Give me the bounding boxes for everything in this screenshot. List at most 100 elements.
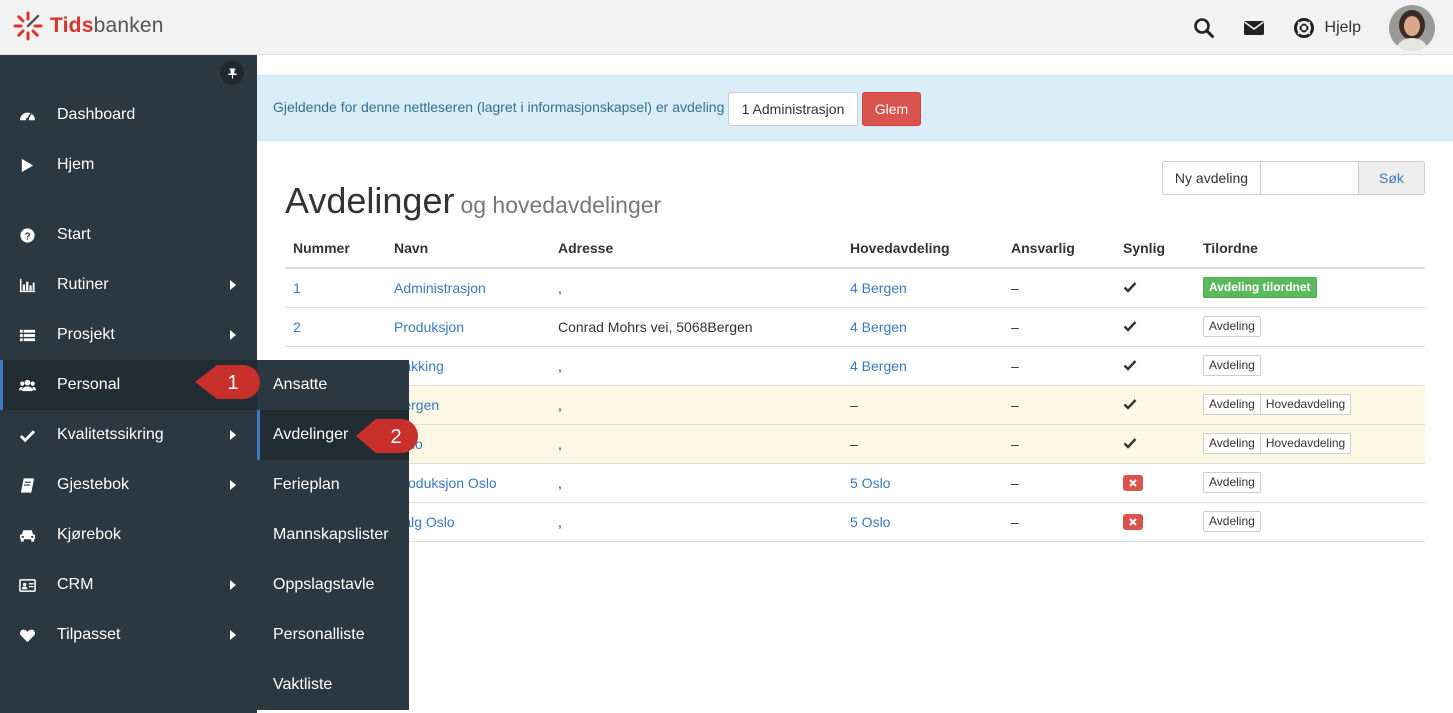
parent-department-link[interactable]: 4 Bergen [850,319,907,335]
sidebar-item-dashboard[interactable]: Dashboard [0,90,257,140]
sidebar-item-kjorebok[interactable]: Kjørebok [0,510,257,560]
chevron-right-icon [230,580,236,590]
callout-step-2: 2 [356,417,420,455]
table-row: 4 Bergen , – – AvdelingHovedavdeling [285,385,1425,425]
table-row: 1 Administrasjon , 4 Bergen – Avdeling t… [285,268,1425,308]
sidebar-item-tilpasset[interactable]: Tilpasset [0,610,257,660]
current-department-button[interactable]: 1 Administrasjon [728,92,858,126]
sidebar-item-hjem[interactable]: Hjem [0,140,257,190]
help-link[interactable]: Hjelp [1325,19,1361,37]
responsible-value: – [1003,307,1115,347]
assigned-label[interactable]: Avdeling tilordnet [1203,277,1317,299]
responsible-value: – [1003,424,1115,464]
column-header-hovedavdeling[interactable]: Hovedavdeling [842,228,1003,269]
callout-step-1: 1 [195,362,263,402]
responsible-value: – [1003,385,1115,425]
responsible-value: – [1003,502,1115,542]
question-circle-icon: ? [18,226,36,244]
logo-icon [13,11,43,41]
lifebuoy-icon[interactable] [1291,15,1317,41]
sidebar-item-gjestebok[interactable]: Gjestebok [0,460,257,510]
departments-table: Nummer Navn Adresse Hovedavdeling Ansvar… [285,228,1425,542]
parent-department-link[interactable]: 4 Bergen [850,358,907,374]
assign-department-button[interactable]: Avdeling [1203,316,1261,337]
submenu-item-mannskapslister[interactable]: Mannskapslister [257,510,409,560]
table-header-row: Nummer Navn Adresse Hovedavdeling Ansvar… [285,228,1425,269]
sidebar-item-start[interactable]: ? Start [0,210,257,260]
search-icon[interactable] [1191,15,1217,41]
column-header-nummer[interactable]: Nummer [285,228,386,269]
assign-main-department-button[interactable]: Hovedavdeling [1259,394,1352,415]
dashboard-icon [18,106,36,124]
submenu-item-ansatte[interactable]: Ansatte [257,360,409,410]
alert-text: Gjeldende for denne nettleseren (lagret … [273,99,725,115]
department-number-link[interactable]: 2 [293,319,301,335]
check-icon [18,426,36,444]
assign-department-button[interactable]: Avdeling [1203,355,1261,376]
responsible-value: – [1003,346,1115,386]
assign-department-button[interactable]: Avdeling [1203,511,1261,532]
app-logo[interactable]: Tidsbanken [12,9,164,43]
table-row: 5 Oslo , – – AvdelingHovedavdeling [285,424,1425,464]
table-row: 3 Pakking , 4 Bergen – Avdeling [285,346,1425,386]
callout-2-number: 2 [390,426,401,448]
column-header-synlig[interactable]: Synlig [1115,228,1195,269]
sidebar-item-rutiner[interactable]: Rutiner [0,260,257,310]
callout-1-number: 1 [227,372,238,394]
logo-text: Tidsbanken [50,14,164,37]
submenu-item-ferieplan[interactable]: Ferieplan [257,460,409,510]
page-title: Avdelinger og hovedavdelinger [285,180,662,221]
assign-department-button[interactable]: Avdeling [1203,394,1261,415]
parent-department-link[interactable]: 5 Oslo [850,514,890,530]
sidebar-item-kvalitetssikring[interactable]: Kvalitetssikring [0,410,257,460]
check-icon [1123,359,1137,371]
department-address: , [550,385,842,425]
user-avatar[interactable] [1389,4,1435,51]
assign-department-button[interactable]: Avdeling [1203,433,1261,454]
department-address: , [550,346,842,386]
parent-department-value: – [842,385,1003,425]
parent-department-link[interactable]: 4 Bergen [850,280,907,296]
check-icon [1123,437,1137,449]
bar-chart-icon [18,276,36,294]
new-department-button[interactable]: Ny avdeling [1162,161,1261,195]
search-button[interactable]: Søk [1358,161,1425,195]
department-address: , [550,424,842,464]
parent-department-link[interactable]: 5 Oslo [850,475,890,491]
car-icon [18,526,36,544]
assign-main-department-button[interactable]: Hovedavdeling [1259,433,1352,454]
check-icon [1123,320,1137,332]
assign-department-button[interactable]: Avdeling [1203,472,1261,493]
column-header-ansvarlig[interactable]: Ansvarlig [1003,228,1115,269]
column-header-navn[interactable]: Navn [386,228,550,269]
department-alert: Gjeldende for denne nettleseren (lagret … [257,75,1453,141]
book-icon [18,476,36,494]
chevron-right-icon [230,280,236,290]
department-name-link[interactable]: Produksjon Oslo [394,475,497,491]
top-bar: Tidsbanken Hjelp [0,0,1453,55]
sidebar-item-crm[interactable]: CRM [0,560,257,610]
department-number-link[interactable]: 1 [293,280,301,296]
responsible-value: – [1003,463,1115,503]
department-address: , [550,463,842,503]
chevron-right-icon [230,480,236,490]
column-header-adresse[interactable]: Adresse [550,228,842,269]
search-input[interactable] [1260,161,1359,195]
department-name-link[interactable]: Administrasjon [394,280,486,296]
page-subtitle: og hovedavdelinger [460,192,662,218]
sidebar-item-prosjekt[interactable]: Prosjekt [0,310,257,360]
pin-icon[interactable] [220,61,244,85]
submenu-item-personalliste[interactable]: Personalliste [257,610,409,660]
id-card-icon [18,576,36,594]
mail-icon[interactable] [1241,15,1267,41]
forget-button[interactable]: Glem [862,92,921,126]
submenu-item-vaktliste[interactable]: Vaktliste [257,660,409,710]
play-icon [18,156,36,174]
department-name-link[interactable]: Produksjon [394,319,464,335]
main-content: Gjeldende for denne nettleseren (lagret … [257,55,1453,713]
table-row: 7 Salg Oslo , 5 Oslo – Avdeling [285,502,1425,542]
not-visible-icon [1123,514,1143,530]
personal-submenu: Ansatte Avdelinger Ferieplan Mannskapsli… [257,360,409,710]
submenu-item-oppslagstavle[interactable]: Oppslagstavle [257,560,409,610]
column-header-tilordne[interactable]: Tilordne [1195,228,1425,269]
